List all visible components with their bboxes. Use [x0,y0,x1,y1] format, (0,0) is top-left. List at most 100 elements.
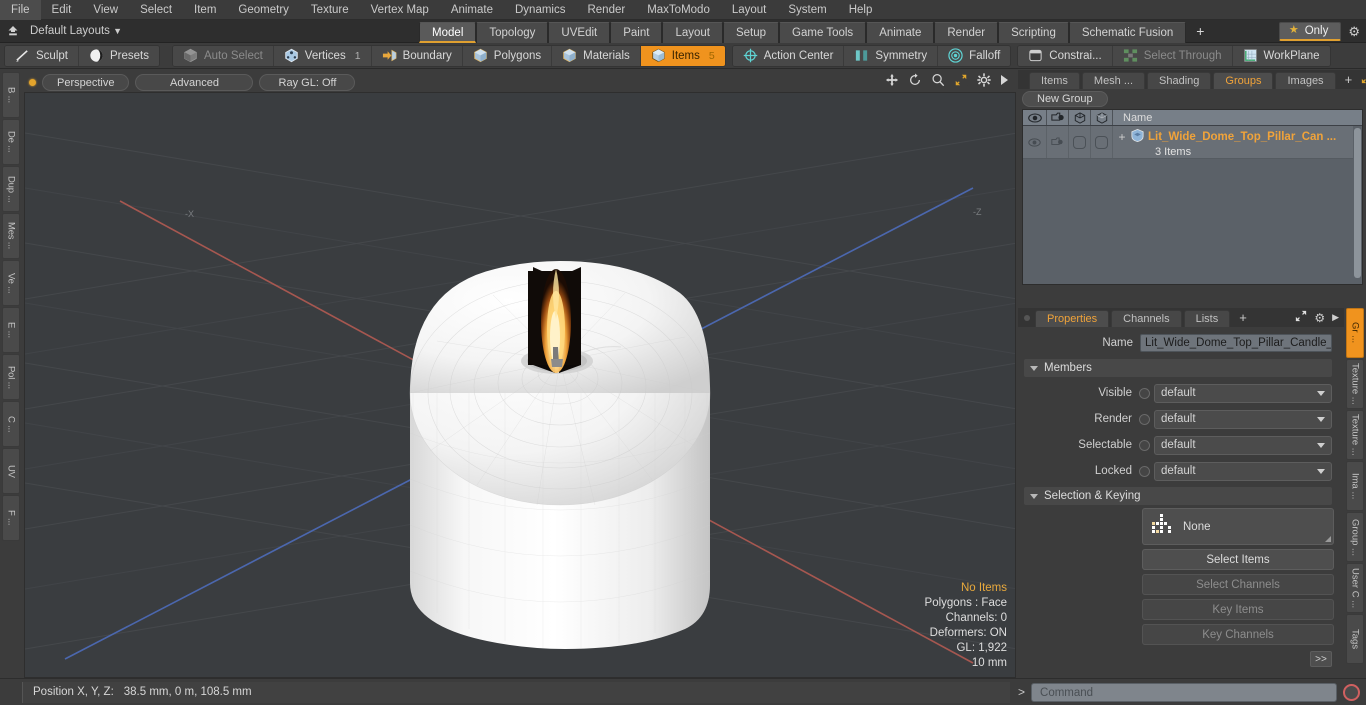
expand-icon-2[interactable] [1295,310,1307,325]
toolbar-button-constrai[interactable]: Constrai... [1018,45,1113,66]
layout-tab-scripting[interactable]: Scripting [998,21,1069,43]
member-dropdown-selectable[interactable]: default [1154,435,1332,455]
menu-item-select[interactable]: Select [129,0,183,20]
right-rail-tab-3[interactable]: Ima ... [1346,461,1364,511]
row-render-toggle[interactable] [1047,126,1069,158]
play-icon[interactable] [1000,74,1009,89]
viewport-canvas-3d[interactable]: -X -Z No Items Polygons: Face Channels:… [24,92,1016,678]
member-toggle-circle[interactable] [1139,413,1150,425]
toolbar-button-vertices[interactable]: Vertices 1 [273,45,372,66]
menu-item-geometry[interactable]: Geometry [227,0,300,20]
row-locked-toggle[interactable] [1091,126,1113,158]
menu-item-edit[interactable]: Edit [41,0,83,20]
gear-icon-2[interactable]: ⚙ [1314,311,1325,325]
home-arrow-icon[interactable] [0,20,26,43]
menu-item-maxtomodo[interactable]: MaxToModo [636,0,721,20]
render-icon[interactable] [1047,110,1069,125]
scrollbar-thumb[interactable] [1354,128,1361,278]
properties-tab-channels[interactable]: Channels [1111,310,1182,327]
layout-tab-game-tools[interactable]: Game Tools [779,21,867,43]
groups-list-scrollbar[interactable] [1353,126,1362,284]
viewport-shading-advanced[interactable]: Advanced [135,73,254,91]
toolbar-button-falloff[interactable]: Falloff [938,45,1011,66]
table-row[interactable]: + Lit_Wide_Dome_Top_Pillar_Can ... 3 Ite… [1023,126,1362,159]
member-toggle-circle[interactable] [1139,387,1150,399]
right-rail-tab-4[interactable]: Group ... [1346,512,1364,562]
viewport-indicator-dot[interactable] [29,78,36,86]
toolbar-button-workplane[interactable]: WorkPlane [1232,45,1330,66]
row-selectable-toggle[interactable] [1069,126,1091,158]
menu-item-texture[interactable]: Texture [300,0,360,20]
button-select-items[interactable]: Select Items [1142,549,1334,570]
panel-tab-images[interactable]: Images [1275,72,1336,89]
add-layout-tab-button[interactable]: + [1186,22,1214,43]
add-properties-tab-button[interactable]: + [1232,310,1254,327]
row-visibility-toggle[interactable] [1023,126,1047,158]
layout-tab-animate[interactable]: Animate [866,21,935,43]
more-options-button[interactable]: >> [1310,651,1332,667]
group-item[interactable]: + Lit_Wide_Dome_Top_Pillar_Can ... 3 Ite… [1113,126,1362,158]
menu-item-help[interactable]: Help [838,0,884,20]
left-rail-tab-7[interactable]: C ... [2,401,20,447]
right-rail-tab-6[interactable]: Tags [1346,614,1364,664]
selection-mode-dropdown[interactable]: None [1142,508,1334,545]
toolbar-button-materials[interactable]: Materials [552,45,641,66]
menu-item-animate[interactable]: Animate [440,0,504,20]
right-rail-tab-5[interactable]: User C ... [1346,563,1364,613]
expand-icon[interactable] [1361,72,1366,87]
members-section-header[interactable]: Members [1024,359,1332,377]
toolbar-button-polygons[interactable]: Polygons [462,45,553,66]
eye-icon[interactable] [1023,110,1047,125]
record-icon[interactable] [1343,683,1360,701]
cube-outline-icon[interactable] [1069,110,1091,125]
properties-tab-properties[interactable]: Properties [1035,310,1110,327]
selection-keying-section-header[interactable]: Selection & Keying [1024,487,1332,505]
left-rail-tab-5[interactable]: E ... [2,307,20,353]
toolbar-button-boundary[interactable]: Boundary [371,45,463,66]
menu-item-view[interactable]: View [82,0,129,20]
viewport-raygl-toggle[interactable]: Ray GL: Off [259,73,356,91]
layout-tab-paint[interactable]: Paint [610,21,663,43]
layout-tab-schematic-fusion[interactable]: Schematic Fusion [1068,21,1187,43]
toolbar-button-action-center[interactable]: Action Center [732,45,845,66]
move-icon[interactable] [885,73,899,90]
new-group-button[interactable]: New Group [1022,91,1108,107]
menu-item-vertex-map[interactable]: Vertex Map [360,0,440,20]
toolbar-button-auto-select[interactable]: Auto Select [172,45,274,66]
only-button[interactable]: ★ Only [1278,21,1342,41]
viewport-mode-perspective[interactable]: Perspective [42,73,130,91]
toolbar-button-symmetry[interactable]: Symmetry [844,45,939,66]
layout-tab-setup[interactable]: Setup [722,21,780,43]
menu-item-render[interactable]: Render [576,0,636,20]
menu-item-dynamics[interactable]: Dynamics [504,0,576,20]
toolbar-button-sculpt[interactable]: Sculpt [5,45,79,66]
toolbar-button-presets[interactable]: Presets [78,45,159,66]
layout-tab-layout[interactable]: Layout [662,21,723,43]
left-rail-tab-0[interactable]: B ... [2,72,20,118]
member-dropdown-visible[interactable]: default [1154,383,1332,403]
layout-tab-uvedit[interactable]: UVEdit [548,21,611,43]
member-toggle-circle[interactable] [1139,465,1150,477]
right-rail-tab-0[interactable]: Gr ... [1346,308,1364,358]
default-layouts-label[interactable]: Default Layouts ▼ [26,25,131,37]
menu-item-file[interactable]: File [0,0,41,20]
left-rail-tab-9[interactable]: F ... [2,495,20,541]
left-rail-tab-1[interactable]: De ... [2,119,20,165]
panel-tab-mesh[interactable]: Mesh ... [1081,72,1146,89]
panel-tab-items[interactable]: Items [1029,72,1080,89]
add-panel-tab-button[interactable]: + [1338,72,1360,89]
member-dropdown-locked[interactable]: default [1154,461,1332,481]
layout-tab-render[interactable]: Render [934,21,999,43]
left-rail-tab-3[interactable]: Mes ... [2,213,20,259]
zoom-icon[interactable] [931,73,945,90]
toolbar-button-items[interactable]: Items 5 [640,45,725,66]
member-dropdown-render[interactable]: default [1154,409,1332,429]
member-toggle-circle[interactable] [1139,439,1150,451]
right-rail-tab-1[interactable]: Texture ... [1346,359,1364,409]
layout-tab-model[interactable]: Model [419,21,477,43]
cube-outline-icon-2[interactable] [1091,110,1113,125]
panel-tab-groups[interactable]: Groups [1213,72,1274,89]
right-rail-tab-2[interactable]: Texture ... [1346,410,1364,460]
gear-icon[interactable]: ⚙ [1348,25,1360,38]
layout-tab-topology[interactable]: Topology [476,21,549,43]
